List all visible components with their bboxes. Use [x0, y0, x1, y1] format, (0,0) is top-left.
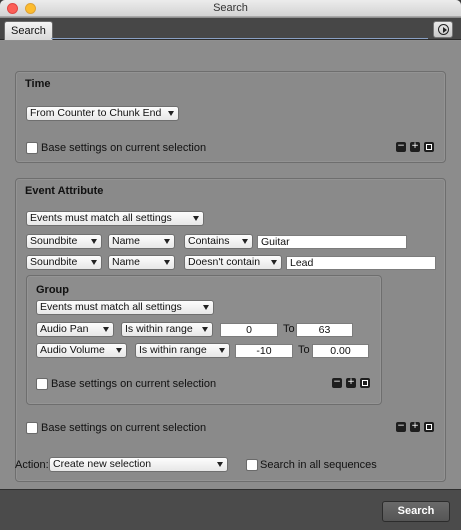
search-window: Search Search Time From Counter to Chunk… — [0, 0, 461, 530]
group-row1-param-value: Audio Pan — [40, 323, 89, 335]
action-select-value: Create new selection — [53, 458, 152, 470]
event-row2-type-value: Soundbite — [30, 256, 78, 268]
group-row2-param-select[interactable]: Audio Volume — [36, 343, 127, 358]
chevron-down-icon — [219, 348, 225, 353]
group-row2-condition-value: Is within range — [139, 344, 207, 356]
minus-button[interactable]: − — [332, 378, 342, 388]
chevron-down-icon — [242, 239, 248, 244]
event-base-settings-label: Base settings on current selection — [41, 422, 207, 434]
event-row1-field-value: Name — [112, 235, 141, 247]
play-button[interactable] — [433, 21, 453, 38]
tab-bar: Search — [0, 18, 461, 40]
group-base-settings-checkbox[interactable] — [36, 378, 48, 390]
chevron-down-icon — [164, 260, 170, 265]
time-range-select-value: From Counter to Chunk End — [30, 107, 162, 119]
event-row1-field-select[interactable]: Name — [108, 234, 175, 249]
time-group: Time From Counter to Chunk End Base sett… — [15, 71, 446, 163]
event-row1-type-select[interactable]: Soundbite — [26, 234, 102, 249]
minus-button[interactable]: − — [396, 422, 406, 432]
event-row2-field-value: Name — [112, 256, 141, 268]
time-group-title: Time — [25, 78, 51, 90]
chevron-down-icon — [91, 239, 97, 244]
group-row2-to-label: To — [298, 344, 310, 356]
event-row1-value-field[interactable]: Guitar — [257, 235, 407, 249]
group-row1-to-field[interactable]: 63 — [296, 323, 353, 337]
time-base-settings-checkbox[interactable] — [26, 142, 38, 154]
group-row1-param-select[interactable]: Audio Pan — [36, 322, 114, 337]
chevron-down-icon — [202, 327, 208, 332]
action-select[interactable]: Create new selection — [49, 457, 228, 472]
action-label: Action: — [15, 459, 49, 471]
group-base-settings-label: Base settings on current selection — [51, 378, 217, 390]
group-group: Group Events must match all settings Aud… — [26, 275, 382, 405]
plus-button[interactable]: + — [410, 422, 420, 432]
minus-button[interactable]: − — [396, 142, 406, 152]
event-row2-field-select[interactable]: Name — [108, 255, 175, 270]
group-row2-param-value: Audio Volume — [40, 344, 105, 356]
event-base-settings-checkbox[interactable] — [26, 422, 38, 434]
group-row1-condition-select[interactable]: Is within range — [121, 322, 213, 337]
event-match-select-value: Events must match all settings — [30, 212, 172, 224]
plus-button[interactable]: + — [346, 378, 356, 388]
expand-button[interactable] — [424, 422, 434, 432]
expand-button[interactable] — [424, 142, 434, 152]
group-match-select[interactable]: Events must match all settings — [36, 300, 214, 315]
title-bar: Search — [0, 0, 461, 17]
footer-bar: Search — [0, 489, 461, 530]
event-attribute-title: Event Attribute — [25, 185, 104, 197]
search-content: Time From Counter to Chunk End Base sett… — [0, 41, 461, 489]
event-row1-type-value: Soundbite — [30, 235, 78, 247]
search-all-sequences-checkbox[interactable] — [246, 459, 258, 471]
group-title: Group — [36, 284, 69, 296]
square-icon — [426, 144, 432, 150]
plus-button[interactable]: + — [410, 142, 420, 152]
group-match-select-value: Events must match all settings — [40, 301, 182, 313]
chevron-down-icon — [164, 239, 170, 244]
chevron-down-icon — [103, 327, 109, 332]
event-row1-operator-value: Contains — [188, 235, 230, 247]
event-row2-operator-select[interactable]: Doesn't contain — [184, 255, 282, 270]
event-row1-operator-select[interactable]: Contains — [184, 234, 253, 249]
event-row2-type-select[interactable]: Soundbite — [26, 255, 102, 270]
search-all-sequences-label: Search in all sequences — [260, 459, 377, 471]
chevron-down-icon — [116, 348, 122, 353]
event-row2-operator-value: Doesn't contain — [188, 256, 261, 268]
event-row2-value-field[interactable]: Lead — [286, 256, 436, 270]
square-icon — [362, 380, 368, 386]
expand-button[interactable] — [360, 378, 370, 388]
chevron-down-icon — [271, 260, 277, 265]
chevron-down-icon — [193, 216, 199, 221]
group-mini-buttons: − + — [332, 378, 372, 388]
tab-search[interactable]: Search — [4, 21, 53, 40]
time-base-settings-label: Base settings on current selection — [41, 142, 207, 154]
group-row2-condition-select[interactable]: Is within range — [135, 343, 230, 358]
chevron-down-icon — [91, 260, 97, 265]
event-attribute-group: Event Attribute Events must match all se… — [15, 178, 446, 482]
chevron-down-icon — [217, 462, 223, 467]
group-row2-to-field[interactable]: 0.00 — [312, 344, 369, 358]
square-icon — [426, 424, 432, 430]
group-row1-to-label: To — [283, 323, 295, 335]
event-mini-buttons: − + — [396, 422, 436, 432]
play-icon — [438, 24, 449, 35]
chevron-down-icon — [203, 305, 209, 310]
group-row1-from-field[interactable]: 0 — [220, 323, 278, 337]
group-row1-condition-value: Is within range — [125, 323, 193, 335]
search-button[interactable]: Search — [382, 501, 450, 522]
time-range-select[interactable]: From Counter to Chunk End — [26, 106, 179, 121]
time-mini-buttons: − + — [396, 142, 436, 152]
event-match-select[interactable]: Events must match all settings — [26, 211, 204, 226]
group-row2-from-field[interactable]: -10 — [235, 344, 293, 358]
window-title: Search — [213, 2, 248, 14]
chevron-down-icon — [168, 111, 174, 116]
tab-underline — [51, 38, 428, 39]
